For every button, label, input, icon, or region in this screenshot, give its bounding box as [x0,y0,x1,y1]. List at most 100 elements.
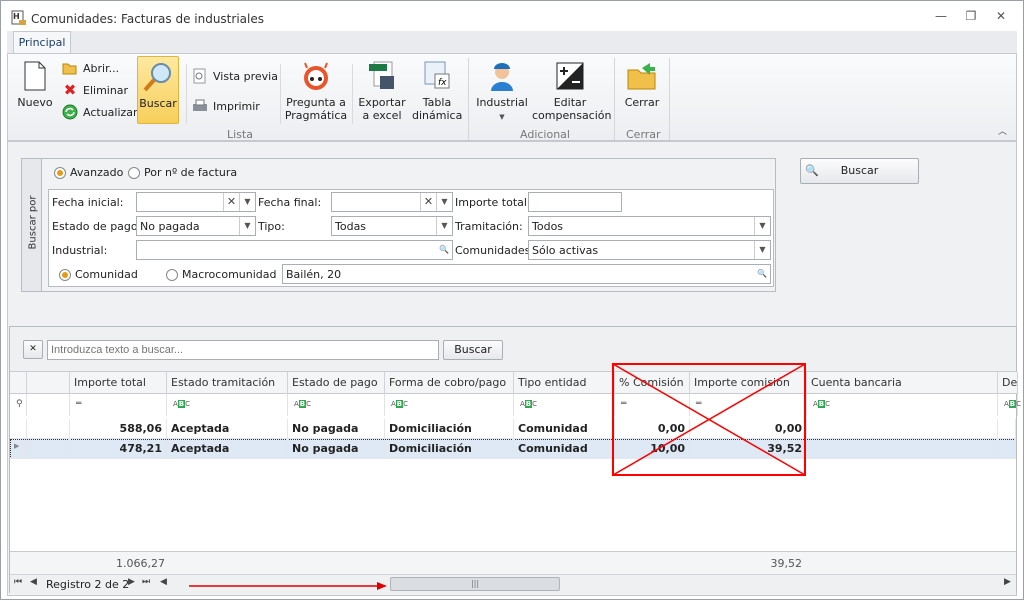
filter-cell[interactable]: ═ [690,394,807,416]
filter-cell[interactable]: ABC [998,394,1021,416]
filter-cell[interactable]: ABC [288,394,385,416]
radio-por-factura[interactable]: Por nº de factura [128,166,237,179]
blank-header [27,372,70,394]
filter-cell[interactable]: ABC [167,394,288,416]
filter-cell[interactable]: ABC [807,394,998,416]
text-filter-icon: ABC [813,400,831,408]
buscar-button[interactable]: 🔍 Buscar [800,158,919,184]
comunidad-field[interactable]: Bailén, 20 🔍 [282,264,771,284]
radio-macrocomunidad[interactable]: Macrocomunidad [166,268,277,281]
search-panel-side: Buscar por [22,159,42,291]
search-panel: Buscar por Avanzado Por nº de factura Fe… [21,158,776,292]
column-header[interactable]: Importe total [70,372,167,394]
refresh-icon [62,104,78,120]
new-document-icon [24,61,46,91]
table-cell: Comunidad [514,419,615,439]
filter-cell[interactable]: ═ [615,394,690,416]
pivot-table-icon: fx [424,61,450,89]
buscar-ribbon-button[interactable]: Buscar [137,56,179,124]
radio-avanzado[interactable]: Avanzado [54,166,123,179]
collapse-ribbon-button[interactable]: ︿ [998,124,1007,137]
last-record-button[interactable]: ⏭ [142,577,150,587]
filter-cell[interactable]: ABC [514,394,615,416]
column-header[interactable]: Tipo entidad [514,372,615,394]
industrial-button[interactable]: Industrial ▼ [474,60,530,124]
group-label-cerrar: Cerrar [626,128,661,141]
svg-text:H: H [13,12,20,21]
minimize-button[interactable]: — [931,9,951,27]
ribbon: Nuevo Abrir... ✖ Eliminar Actualizar Busc… [7,53,1017,141]
svg-text:fx: fx [438,78,447,88]
column-header[interactable]: Forma de cobro/pago [385,372,514,394]
text-filter-icon: ABC [391,400,409,408]
equals-filter-icon: ═ [621,399,627,409]
print-preview-icon [193,68,206,84]
find-input[interactable] [47,340,439,360]
exit-folder-icon [627,63,656,90]
exportar-excel-button[interactable]: Exportar a excel [358,60,406,122]
cerrar-button[interactable]: Cerrar [620,60,664,109]
actualizar-button[interactable]: Actualizar [62,104,138,120]
close-find-button[interactable]: ✕ [23,340,43,359]
equals-filter-icon: ═ [76,399,82,409]
column-header[interactable]: Importe comisión [690,372,807,394]
industrial-field[interactable]: 🔍 [136,240,453,260]
close-button[interactable]: ✕ [991,9,1011,27]
horizontal-scrollbar-thumb[interactable]: ||| [390,577,560,591]
table-cell: 0,00 [690,419,807,439]
estado-pago-select[interactable]: No pagada ▼ [136,216,256,236]
grid-footer: 1.066,27 39,52 [10,551,1016,574]
fecha-inicial-field[interactable]: ✕ ▼ [136,192,256,212]
find-button[interactable]: Buscar [443,340,503,360]
column-header[interactable]: Estado de pago [288,372,385,394]
total-importe: 1.066,27 [116,557,165,570]
editar-compensacion-button[interactable]: Editar compensación [532,60,612,122]
table-cell: Domiciliación [385,419,514,439]
scroll-right-button[interactable]: ▶ [1004,577,1011,587]
abrir-button[interactable]: Abrir... [62,60,119,76]
pregunta-pragmatica-button[interactable]: Pregunta a Pragmática [284,60,348,122]
column-header[interactable]: % Comisión [615,372,690,394]
total-comision: 39,52 [770,557,803,570]
next-record-button[interactable]: ▶ [128,577,135,587]
window: H Comunidades: Facturas de industriales … [0,0,1024,600]
column-header[interactable]: Cuenta bancaria [807,372,998,394]
nuevo-button[interactable]: Nuevo [16,60,54,109]
tabla-dinamica-button[interactable]: fx Tabla dinámica [412,60,462,122]
filter-cell[interactable]: ═ [70,394,167,416]
scroll-left-button[interactable]: ◀ [160,577,167,587]
group-label-adicional: Adicional [520,128,570,141]
importe-total-field[interactable] [528,192,622,212]
table-cell [807,419,998,439]
search-icon: 🔍 [757,269,767,278]
table-cell: 39,52 [690,439,807,459]
text-filter-icon: ABC [173,400,191,408]
eliminar-button[interactable]: ✖ Eliminar [62,82,128,98]
tab-principal[interactable]: Principal [13,31,71,54]
group-label-lista: Lista [227,128,253,141]
first-record-button[interactable]: ⏮ [14,577,22,587]
vista-previa-button[interactable]: Vista previa [192,68,278,84]
fecha-final-field[interactable]: ✕ ▼ [331,192,453,212]
prev-record-button[interactable]: ◀ [30,577,37,587]
navigator-bar: ⏮ ◀ Registro 2 de 2 ▶ ⏭ ◀ ||| ▶ [10,574,1016,593]
tipo-select[interactable]: Todas ▼ [331,216,453,236]
title-bar: H Comunidades: Facturas de industriales … [1,1,1023,33]
column-header[interactable]: De [998,372,1018,394]
table-cell: Comunidad [514,439,615,459]
filter-pin-icon[interactable]: ⚲ [10,394,27,416]
filter-cell[interactable]: ABC [385,394,514,416]
worker-icon [491,63,513,91]
column-header[interactable]: Estado tramitación [167,372,288,394]
record-status: Registro 2 de 2 [46,578,130,591]
comunidades-select[interactable]: Sólo activas ▼ [528,240,771,260]
radio-comunidad[interactable]: Comunidad [59,268,138,281]
restore-button[interactable]: ❐ [961,9,981,27]
data-grid: ✕ Buscar ⚲ Importe total ═ Estado tramitaci… [9,326,1021,593]
window-title: Comunidades: Facturas de industriales [31,12,264,26]
printer-icon [193,99,207,111]
tramitacion-select[interactable]: Todos ▼ [528,216,771,236]
delete-x-icon: ✖ [63,81,77,99]
table-cell [807,439,998,459]
imprimir-button[interactable]: Imprimir [192,98,260,114]
